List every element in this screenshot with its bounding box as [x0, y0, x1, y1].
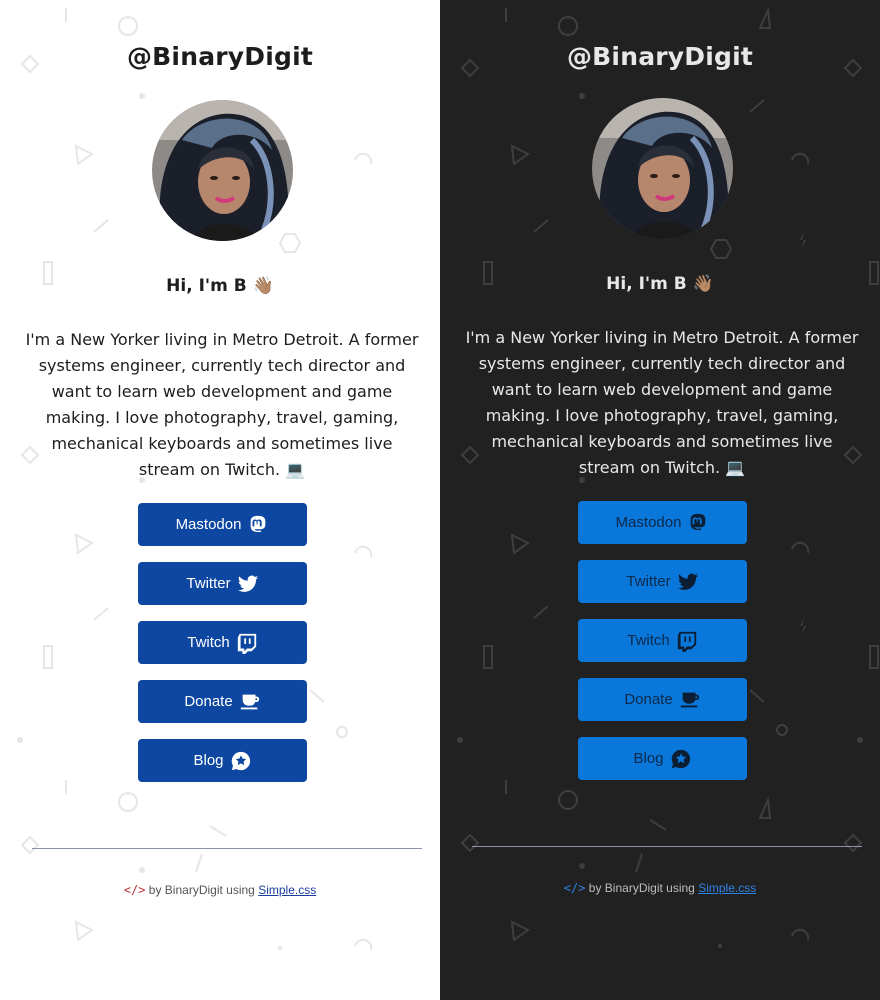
donate-label: Donate — [184, 693, 233, 710]
twitch-icon — [237, 633, 256, 654]
blog-button[interactable]: Blog — [578, 737, 747, 780]
donate-button[interactable]: Donate — [578, 678, 747, 721]
avatar-photo-icon — [152, 100, 293, 241]
footer-text: by BinaryDigit using — [588, 881, 695, 895]
blog-label: Blog — [193, 752, 224, 769]
light-theme-panel: @BinaryDigit Hi, I'm B � — [0, 0, 440, 1000]
blog-label: Blog — [633, 750, 664, 767]
greeting-text: Hi, I'm B — [606, 274, 687, 294]
bio-paragraph: I'm a New Yorker living in Metro Detroit… — [462, 325, 862, 481]
avatar-photo-icon — [592, 98, 733, 239]
avatar — [592, 98, 733, 239]
waving-hand-emoji: 👋🏽 — [252, 276, 274, 296]
code-icon: </> — [563, 881, 586, 895]
greeting-heading: Hi, I'm B 👋🏽 — [0, 276, 440, 296]
mastodon-button[interactable]: Mastodon — [578, 501, 747, 544]
greeting-text: Hi, I'm B — [166, 276, 247, 296]
twitch-button[interactable]: Twitch — [138, 621, 307, 664]
bio-paragraph: I'm a New Yorker living in Metro Detroit… — [22, 327, 422, 483]
twitter-label: Twitter — [186, 575, 231, 592]
laptop-emoji: 💻 — [285, 460, 306, 479]
twitch-button[interactable]: Twitch — [578, 619, 747, 662]
twitch-icon — [677, 631, 696, 652]
mastodon-label: Mastodon — [175, 516, 242, 533]
mastodon-button[interactable]: Mastodon — [138, 503, 307, 546]
footer-text: by BinaryDigit using — [148, 883, 255, 897]
mastodon-label: Mastodon — [615, 514, 682, 531]
simple-css-link[interactable]: Simple.css — [698, 881, 756, 895]
twitter-button[interactable]: Twitter — [138, 562, 307, 605]
footer: </> by BinaryDigit using Simple.css — [0, 883, 440, 897]
mastodon-icon — [251, 515, 266, 532]
blog-button[interactable]: Blog — [138, 739, 307, 782]
avatar — [152, 100, 293, 241]
twitter-icon — [677, 573, 698, 590]
bio-text: I'm a New Yorker living in Metro Detroit… — [25, 330, 419, 479]
twitter-button[interactable]: Twitter — [578, 560, 747, 603]
footer-divider — [32, 848, 422, 849]
page-container: @BinaryDigit Hi, I'm B � — [0, 0, 880, 1000]
waving-hand-emoji: 👋🏽 — [692, 274, 714, 294]
coffee-icon — [680, 692, 699, 707]
blog-star-icon — [231, 751, 250, 770]
profile-handle: @BinaryDigit — [126, 42, 314, 71]
code-icon: </> — [123, 883, 146, 897]
twitter-icon — [237, 575, 258, 592]
mastodon-icon — [691, 513, 706, 530]
greeting-heading: Hi, I'm B 👋🏽 — [440, 274, 880, 294]
coffee-icon — [240, 694, 259, 709]
blog-star-icon — [671, 749, 690, 768]
footer: </> by BinaryDigit using Simple.css — [440, 881, 880, 895]
profile-handle: @BinaryDigit — [566, 42, 754, 71]
simple-css-link[interactable]: Simple.css — [258, 883, 316, 897]
link-buttons: Mastodon Twitter Twitch Donate Blog — [138, 503, 307, 798]
link-buttons: Mastodon Twitter Twitch Donate Blog — [578, 501, 747, 796]
donate-button[interactable]: Donate — [138, 680, 307, 723]
dark-theme-panel: @BinaryDigit Hi, I'm B � — [440, 0, 880, 1000]
twitch-label: Twitch — [187, 634, 230, 651]
twitch-label: Twitch — [627, 632, 670, 649]
donate-label: Donate — [624, 691, 673, 708]
laptop-emoji: 💻 — [725, 458, 746, 477]
twitter-label: Twitter — [626, 573, 671, 590]
footer-divider — [472, 846, 862, 847]
bio-text: I'm a New Yorker living in Metro Detroit… — [465, 328, 859, 477]
